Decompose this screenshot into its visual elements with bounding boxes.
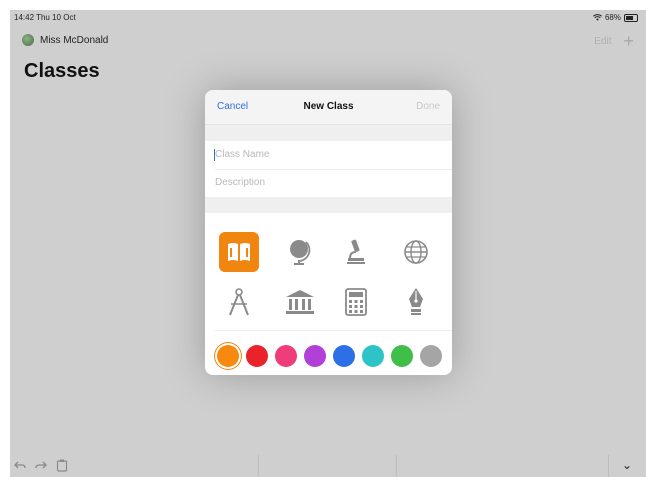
color-swatch-pink[interactable]: [275, 345, 297, 367]
avatar: [22, 34, 34, 46]
section-spacer: [205, 125, 452, 141]
color-swatch-gray[interactable]: [420, 345, 442, 367]
world-icon: [404, 240, 428, 264]
new-class-dialog: New Class Cancel Done: [205, 90, 452, 375]
undo-icon[interactable]: [14, 459, 26, 471]
color-swatch-teal[interactable]: [362, 345, 384, 367]
wifi-icon: [593, 14, 602, 21]
battery-icon: [624, 13, 638, 22]
status-bar: 14:42 Thu 10 Oct 68%: [10, 10, 646, 26]
icon-option-globe[interactable]: [280, 232, 320, 272]
toolbar-icons: [14, 459, 68, 472]
icon-option-world[interactable]: [396, 232, 436, 272]
ipad-screen: 14:42 Thu 10 Oct 68% Miss McDonald Edit …: [10, 10, 646, 477]
color-swatch-green[interactable]: [391, 345, 413, 367]
color-swatch-purple[interactable]: [304, 345, 326, 367]
class-name-field[interactable]: [215, 149, 435, 160]
cancel-button[interactable]: Cancel: [217, 101, 248, 112]
nav-bar: Miss McDonald Edit +: [10, 32, 646, 52]
color-swatch-blue[interactable]: [333, 345, 355, 367]
section-spacer-2: [205, 197, 452, 213]
icon-option-museum[interactable]: [280, 282, 320, 322]
icon-option-microscope[interactable]: [336, 232, 376, 272]
add-class-button[interactable]: +: [623, 32, 634, 50]
icon-option-calculator[interactable]: [336, 282, 376, 322]
nav-actions: Edit +: [594, 32, 634, 50]
microscope-icon: [347, 239, 365, 264]
description-field[interactable]: [215, 177, 435, 188]
status-time: 14:42 Thu 10 Oct: [14, 13, 76, 22]
icon-option-fountain-pen[interactable]: [396, 282, 436, 322]
done-button[interactable]: Done: [416, 101, 440, 112]
icon-option-compass[interactable]: [219, 282, 259, 322]
calculator-icon: [345, 288, 367, 316]
edit-button[interactable]: Edit: [594, 36, 611, 47]
toolbar-divider: [258, 455, 259, 477]
status-right: 68%: [593, 13, 638, 22]
clipboard-icon[interactable]: [56, 459, 68, 472]
toolbar-divider: [608, 455, 609, 477]
museum-icon: [286, 290, 314, 314]
dialog-header: New Class Cancel Done: [205, 90, 452, 125]
fountain-pen-icon: [409, 288, 423, 315]
color-swatch-orange[interactable]: [217, 345, 239, 367]
globe-icon: [290, 240, 311, 265]
redo-icon[interactable]: [35, 459, 47, 471]
profile-name: Miss McDonald: [40, 34, 109, 46]
chevron-down-icon[interactable]: ⌄: [622, 458, 632, 472]
icons-divider: [215, 330, 452, 331]
class-name-row: [205, 142, 452, 169]
compass-icon: [229, 288, 249, 316]
battery-percent: 68%: [604, 13, 621, 22]
color-swatch-red[interactable]: [246, 345, 268, 367]
page-title: Classes: [24, 60, 100, 82]
bottom-toolbar: ⌄: [10, 455, 646, 477]
book-icon: [228, 243, 250, 261]
icon-option-book[interactable]: [219, 232, 259, 272]
toolbar-divider: [396, 455, 397, 477]
description-row: [205, 170, 452, 197]
profile-button[interactable]: Miss McDonald: [22, 34, 108, 46]
